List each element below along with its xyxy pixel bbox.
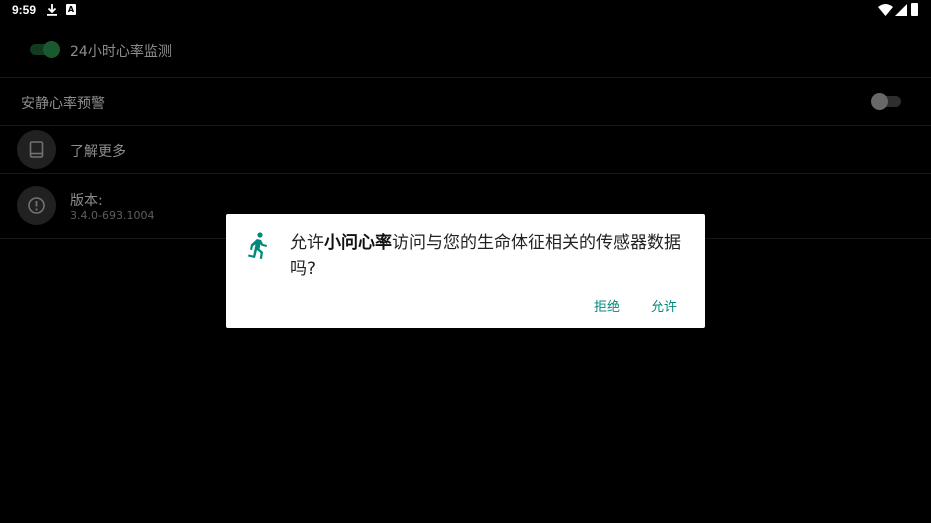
hr24-toggle[interactable] [30, 41, 60, 58]
learn-more-icon-circle [17, 130, 56, 169]
message-prefix: 允许 [290, 233, 324, 253]
setting-learn-more[interactable]: 了解更多 [0, 126, 931, 174]
book-icon [29, 141, 44, 158]
permission-message: 允许小问心率访问与您的生命体征相关的传感器数据吗? [290, 230, 695, 282]
learn-more-label: 了解更多 [70, 144, 126, 160]
deny-button[interactable]: 拒绝 [594, 296, 620, 315]
quiet-alert-label: 安静心率预警 [21, 96, 105, 112]
info-icon [28, 197, 45, 214]
setting-24h-heart-rate[interactable]: 24小时心率监测 [0, 22, 931, 78]
quiet-alert-toggle[interactable] [871, 93, 901, 110]
permission-dialog: 允许小问心率访问与您的生命体征相关的传感器数据吗? 拒绝 允许 [226, 214, 705, 328]
version-icon-circle [17, 186, 56, 225]
allow-button[interactable]: 允许 [651, 296, 677, 315]
hr24-label: 24小时心率监测 [70, 44, 172, 60]
running-person-icon [248, 232, 267, 259]
toggle-knob [43, 41, 60, 58]
version-value: 3.4.0-693.1004 [70, 209, 155, 222]
app-name: 小问心率 [324, 233, 392, 253]
toggle-knob [871, 93, 888, 110]
version-label: 版本: [70, 193, 103, 209]
setting-quiet-heart-rate-alert[interactable]: 安静心率预警 [0, 78, 931, 126]
